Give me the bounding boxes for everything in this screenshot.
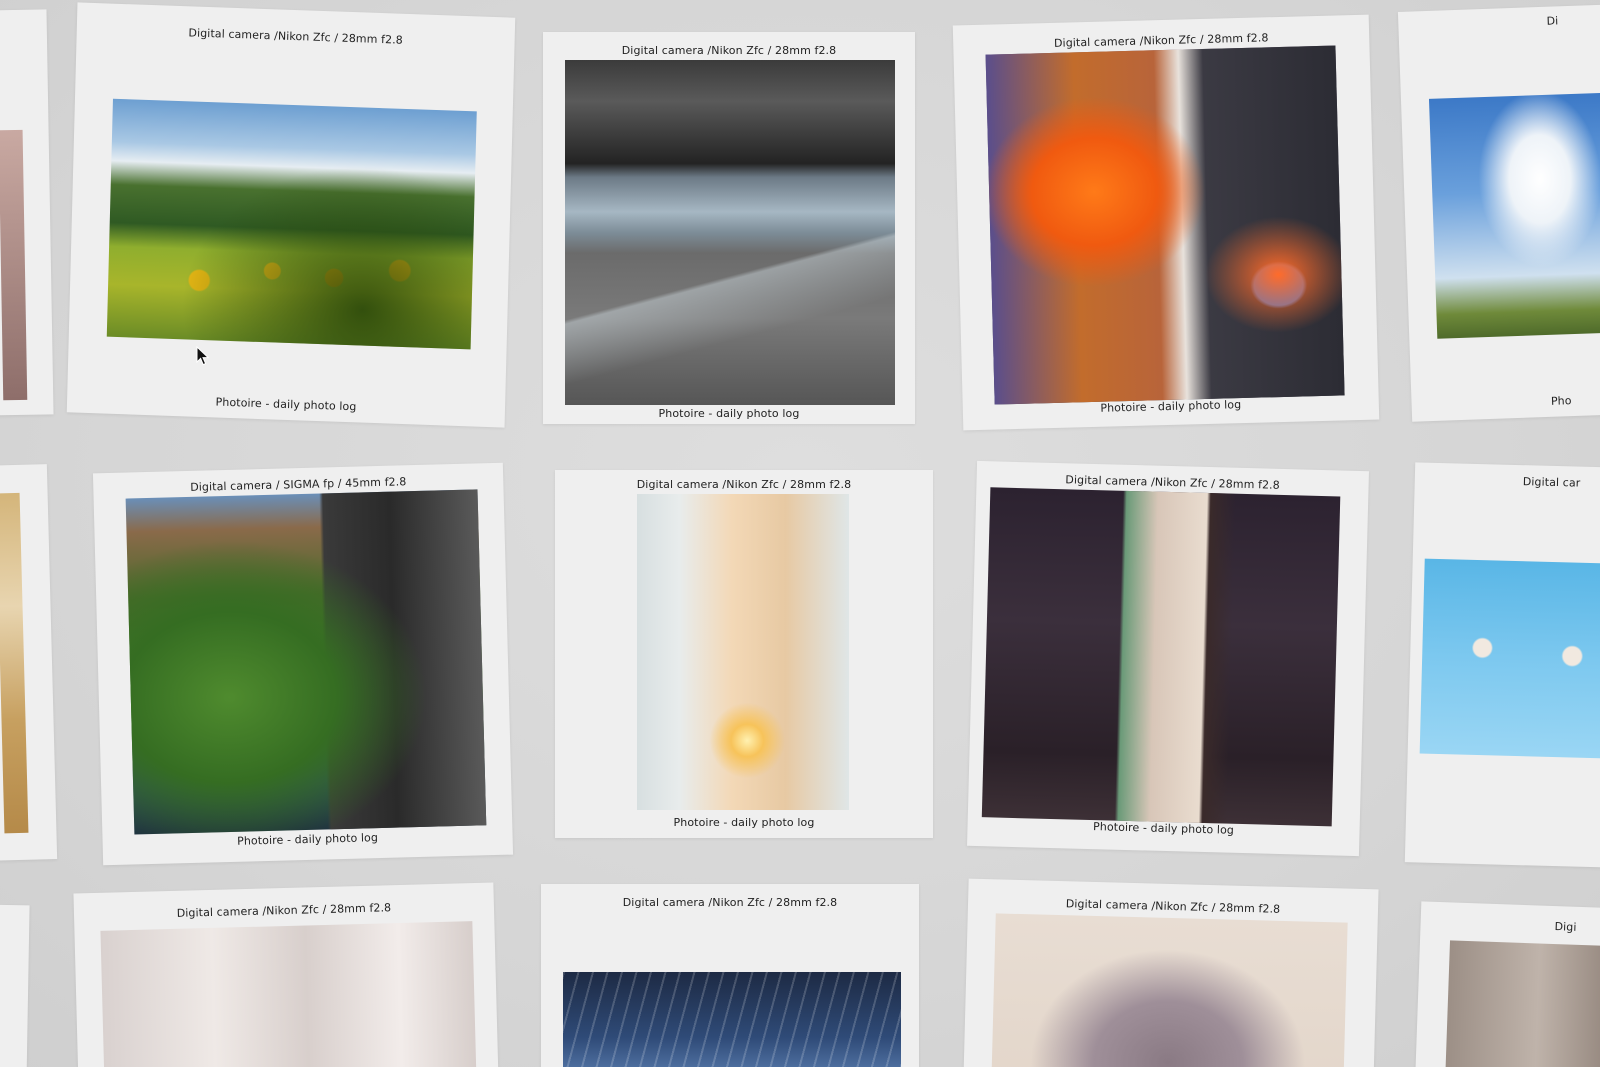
camera-caption: Digital camera /Nikon Zfc / 28mm f2.8 [636, 478, 852, 491]
photo-image [1444, 940, 1600, 1067]
blog-caption: Photoire - daily photo log [658, 407, 800, 420]
mouse-pointer-icon [196, 346, 210, 366]
camera-caption: Di [1546, 14, 1559, 28]
photo-card-edge-right-row2[interactable]: Digital car [1404, 462, 1600, 868]
photo-image [0, 492, 29, 834]
photo-image [125, 489, 487, 835]
photo-card-japanese-room[interactable]: Digital camera /Nikon Zfc / 28mm f2.8 Ph… [967, 460, 1369, 857]
photo-card-edge-right-row1[interactable]: Di Pho [1397, 4, 1600, 422]
blog-caption: Pho [1550, 394, 1572, 408]
photo-card-sunflower[interactable]: Digital camera /Nikon Zfc / 28mm f2.8 Ph… [66, 2, 516, 428]
photo-image [0, 129, 28, 401]
camera-caption: Digital camera /Nikon Zfc / 28mm f2.8 [176, 901, 392, 920]
photo-card-steel-roof[interactable]: Digital camera /Nikon Zfc / 28mm f2.8 [541, 884, 919, 1067]
photo-card-edge-left-row2[interactable] [0, 464, 58, 861]
blog-caption: Photoire - daily photo log [215, 395, 357, 414]
blog-caption: Photoire - daily photo log [673, 816, 815, 829]
photo-card-concrete-atrium[interactable]: Digital camera /Nikon Zfc / 28mm f2.8 Ph… [543, 32, 915, 424]
photo-card-knit-bag[interactable]: Digital camera /Nikon Zfc / 28mm f2.8 [963, 878, 1379, 1067]
camera-caption: Digital car [1522, 475, 1581, 490]
photo-card-edge-left-row3[interactable] [0, 904, 30, 1067]
photo-image [1428, 92, 1600, 339]
camera-caption: Digital camera /Nikon Zfc / 28mm f2.8 [621, 44, 837, 57]
photo-image [100, 921, 477, 1067]
photo-card-garden-street[interactable]: Digital camera / SIGMA fp / 45mm f2.8 Ph… [92, 462, 514, 866]
photo-image [985, 45, 1345, 405]
photo-image [106, 98, 477, 350]
photo-card-projection-building[interactable]: Digital camera /Nikon Zfc / 28mm f2.8 Ph… [952, 14, 1380, 431]
photo-image [565, 60, 895, 405]
photo-image [637, 494, 849, 810]
photo-gallery-wall: Digital camera /Nikon Zfc / 28mm f2.8 Ph… [0, 0, 1600, 1067]
camera-caption: Digi [1554, 920, 1577, 934]
photo-card-curtain[interactable]: Digital camera /Nikon Zfc / 28mm f2.8 [73, 882, 499, 1067]
photo-card-edge-left-row1[interactable] [0, 9, 54, 416]
photo-image [981, 487, 1341, 827]
photo-image [1419, 558, 1600, 759]
photo-image [563, 972, 901, 1067]
photo-card-edge-right-row3[interactable]: Digi [1414, 901, 1600, 1067]
camera-caption: Digital camera /Nikon Zfc / 28mm f2.8 [622, 896, 838, 909]
camera-caption: Digital camera /Nikon Zfc / 28mm f2.8 [188, 26, 404, 47]
photo-image [991, 913, 1348, 1067]
photo-card-bird-lamp[interactable]: Digital camera /Nikon Zfc / 28mm f2.8 Ph… [555, 470, 933, 838]
